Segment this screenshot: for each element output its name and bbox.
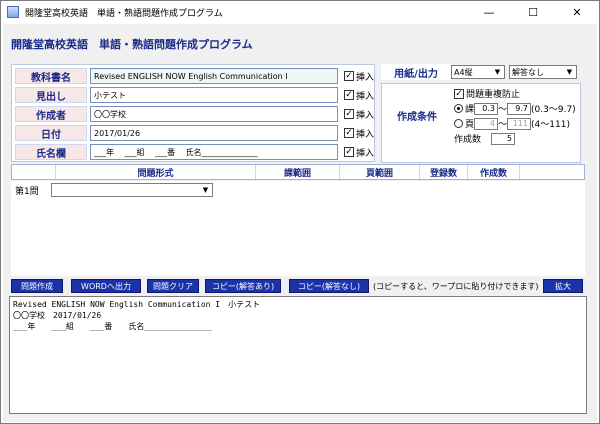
question-row: 第1問 ▼ bbox=[11, 183, 213, 197]
insert-label: 挿入 bbox=[355, 91, 374, 102]
page-prefix: 頁 bbox=[465, 120, 475, 130]
textbook-label: 教科書名 bbox=[15, 68, 87, 84]
no-duplicate-checkbox[interactable]: ✓ 問題重複防止 bbox=[454, 86, 580, 101]
insert-label: 挿入 bbox=[355, 72, 374, 83]
zoom-button[interactable]: 拡大 bbox=[543, 279, 583, 293]
title-row: 見出し 小テスト ✓ 挿入 bbox=[15, 87, 374, 103]
preview-textarea[interactable]: Revised ENGLISH NOW English Communicatio… bbox=[9, 296, 587, 414]
lesson-range-hint: (0.3～9.7) bbox=[531, 105, 576, 115]
insert-label: 挿入 bbox=[355, 129, 374, 140]
create-button[interactable]: 問題作成 bbox=[11, 279, 63, 293]
title-insert-checkbox[interactable]: ✓ 挿入 bbox=[343, 89, 374, 102]
action-bar: 問題作成 WORDへ出力 問題クリア コピー(解答あり) コピー(解答なし) (… bbox=[11, 279, 585, 295]
no-duplicate-label: 問題重複防止 bbox=[466, 90, 521, 100]
title-label: 見出し bbox=[15, 87, 87, 103]
word-output-button[interactable]: WORDへ出力 bbox=[71, 279, 141, 293]
conditions-box: 作成条件 ✓ 問題重複防止 課 0.3 ～ 9.7 (0.3～9.7) 頁 4 … bbox=[381, 83, 581, 163]
checkbox-check-icon: ✓ bbox=[343, 128, 354, 138]
document-info-panel: 教科書名 Revised ENGLISH NOW English Communi… bbox=[11, 64, 375, 162]
lesson-from-input[interactable]: 0.3 bbox=[474, 102, 499, 115]
app-heading: 開隆堂高校英語 単語・熟語問題作成プログラム bbox=[11, 38, 253, 51]
name-field-label: 氏名欄 bbox=[15, 144, 87, 160]
grid-header-count: 作成数 bbox=[468, 165, 520, 179]
insert-label: 挿入 bbox=[355, 110, 374, 121]
lesson-to-input[interactable]: 9.7 bbox=[507, 102, 532, 115]
page-to-input[interactable]: 111 bbox=[507, 117, 532, 130]
author-insert-checkbox[interactable]: ✓ 挿入 bbox=[343, 108, 374, 121]
textbook-insert-checkbox[interactable]: ✓ 挿入 bbox=[343, 70, 374, 83]
grid-header-page: 頁範囲 bbox=[340, 165, 420, 179]
title-field[interactable]: 小テスト bbox=[90, 87, 338, 103]
question-format-select[interactable]: ▼ bbox=[51, 183, 213, 197]
preview-line: ___年 ___組 ___番 氏名______________ bbox=[13, 322, 212, 331]
paper-size-select[interactable]: A4縦 ▼ bbox=[451, 65, 505, 79]
textbook-row: 教科書名 Revised ENGLISH NOW English Communi… bbox=[15, 68, 374, 84]
preview-line: 〇〇学校 2017/01/26 bbox=[13, 311, 102, 320]
count-input[interactable]: 5 bbox=[491, 132, 516, 145]
clear-button[interactable]: 問題クリア bbox=[147, 279, 199, 293]
question-grid-header: 問題形式 課範囲 頁範囲 登録数 作成数 bbox=[11, 164, 585, 180]
lesson-range-row: 課 0.3 ～ 9.7 (0.3～9.7) bbox=[454, 101, 580, 116]
minimize-button[interactable]: — bbox=[467, 1, 511, 23]
checkbox-check-icon: ✓ bbox=[343, 90, 354, 100]
chevron-down-icon: ▼ bbox=[494, 68, 501, 76]
close-button[interactable]: ✕ bbox=[555, 1, 599, 23]
page-range-hint: (4～111) bbox=[531, 120, 570, 130]
preview-line: Revised ENGLISH NOW English Communicatio… bbox=[13, 300, 261, 309]
copy-hint: (コピーすると、ワープロに貼り付けできます) bbox=[373, 282, 539, 291]
copy-with-answer-button[interactable]: コピー(解答あり) bbox=[205, 279, 281, 293]
name-field-insert-checkbox[interactable]: ✓ 挿入 bbox=[343, 146, 374, 159]
paper-label: 用紙/出力 bbox=[381, 64, 451, 80]
window-controls: — ☐ ✕ bbox=[467, 1, 599, 23]
textbook-field[interactable]: Revised ENGLISH NOW English Communicatio… bbox=[90, 68, 338, 84]
date-label: 日付 bbox=[15, 125, 87, 141]
count-label: 作成数 bbox=[454, 135, 482, 145]
app-window: 開隆堂高校英語 単語・熟語問題作成プログラム — ☐ ✕ 開隆堂高校英語 単語・… bbox=[0, 0, 600, 424]
page-sep: ～ bbox=[498, 120, 508, 130]
insert-label: 挿入 bbox=[355, 148, 374, 159]
chevron-down-icon: ▼ bbox=[566, 68, 573, 76]
paper-size-value: A4縦 bbox=[454, 67, 473, 77]
lesson-prefix: 課 bbox=[465, 105, 475, 115]
lesson-sep: ～ bbox=[498, 105, 508, 115]
count-row: 作成数 5 bbox=[454, 131, 580, 146]
client-area: 開隆堂高校英語 単語・熟語問題作成プログラム 教科書名 Revised ENGL… bbox=[3, 24, 597, 422]
grid-header-lesson: 課範囲 bbox=[256, 165, 340, 179]
page-from-input[interactable]: 4 bbox=[474, 117, 499, 130]
answer-value: 解答なし bbox=[512, 67, 544, 77]
checkbox-check-icon: ✓ bbox=[343, 109, 354, 119]
question-row-label: 第1問 bbox=[15, 186, 39, 197]
name-field-row: 氏名欄 ___年 ___組 ___番 氏名______________ ✓ 挿入 bbox=[15, 144, 374, 160]
grid-header-format: 問題形式 bbox=[56, 165, 256, 179]
copy-without-answer-button[interactable]: コピー(解答なし) bbox=[289, 279, 369, 293]
author-row: 作成者 〇〇学校 ✓ 挿入 bbox=[15, 106, 374, 122]
conditions-label: 作成条件 bbox=[397, 112, 437, 123]
page-range-row: 頁 4 ～ 111 (4～111) bbox=[454, 116, 580, 131]
lesson-radio[interactable] bbox=[454, 104, 463, 113]
date-row: 日付 2017/01/26 ✓ 挿入 bbox=[15, 125, 374, 141]
date-insert-checkbox[interactable]: ✓ 挿入 bbox=[343, 127, 374, 140]
grid-header-registered: 登録数 bbox=[420, 165, 468, 179]
window-title: 開隆堂高校英語 単語・熟語問題作成プログラム bbox=[25, 8, 223, 19]
chevron-down-icon: ▼ bbox=[202, 186, 209, 194]
date-field[interactable]: 2017/01/26 bbox=[90, 125, 338, 141]
page-radio[interactable] bbox=[454, 119, 463, 128]
paper-row: 用紙/出力 A4縦 ▼ 解答なし ▼ bbox=[381, 64, 581, 80]
checkbox-check-icon: ✓ bbox=[454, 88, 464, 99]
app-icon bbox=[7, 6, 19, 18]
title-bar[interactable]: 開隆堂高校英語 単語・熟語問題作成プログラム — ☐ ✕ bbox=[1, 1, 599, 23]
grid-header-blank bbox=[12, 165, 56, 179]
checkbox-check-icon: ✓ bbox=[343, 71, 354, 81]
output-settings-panel: 用紙/出力 A4縦 ▼ 解答なし ▼ 作成条件 ✓ 問題重複防止 課 0.3 ～… bbox=[381, 64, 581, 163]
name-field-input[interactable]: ___年 ___組 ___番 氏名______________ bbox=[90, 144, 338, 160]
checkbox-check-icon: ✓ bbox=[343, 147, 354, 157]
maximize-button[interactable]: ☐ bbox=[511, 1, 555, 23]
author-label: 作成者 bbox=[15, 106, 87, 122]
conditions-options: ✓ 問題重複防止 課 0.3 ～ 9.7 (0.3～9.7) 頁 4 ～ 111… bbox=[454, 86, 580, 146]
author-field[interactable]: 〇〇学校 bbox=[90, 106, 338, 122]
answer-select[interactable]: 解答なし ▼ bbox=[509, 65, 577, 79]
question-grid: 第1問 ▼ bbox=[11, 181, 585, 276]
